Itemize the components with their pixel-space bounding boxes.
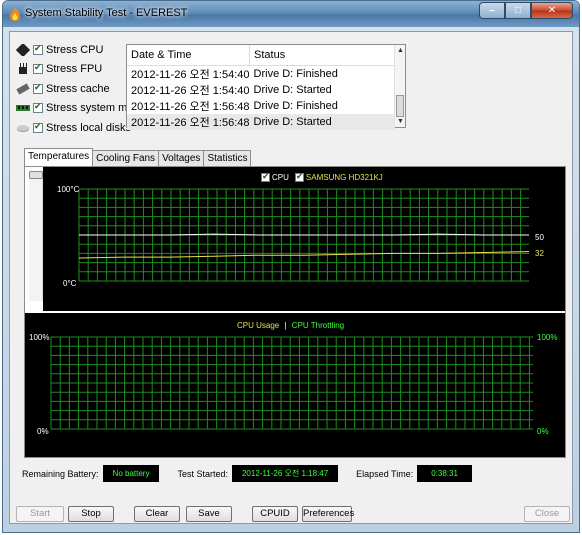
- log-datetime: 2012-11-26 오전 1:56:48: [127, 113, 250, 130]
- cache-icon: [16, 83, 30, 95]
- stress-memory-checkbox[interactable]: [33, 101, 43, 114]
- test-started-value: 2012-11-26 오전 1:18:47: [231, 465, 339, 482]
- cpu-value-label: 50: [535, 233, 544, 242]
- table-row[interactable]: 2012-11-26 오전 1:54:40 Drive D: Started: [127, 82, 395, 98]
- log-datetime: 2012-11-26 오전 1:54:40: [131, 68, 250, 81]
- usage-y-bottom-left: 0%: [37, 427, 49, 436]
- elapsed-time-value: 0:38:31: [417, 465, 472, 482]
- disk-icon: [17, 124, 29, 132]
- clear-button[interactable]: Clear: [134, 506, 180, 522]
- scroll-up-icon[interactable]: ▲: [397, 47, 404, 54]
- usage-y-top-right: 100%: [537, 333, 558, 342]
- test-started-label: Test Started:: [177, 468, 228, 479]
- window-title: System Stability Test - EVEREST: [25, 7, 188, 19]
- status-bar: Remaining Battery: No battery Test Start…: [22, 465, 490, 482]
- cpu-usage-graph: CPU Usage | CPU Throttling 100% 0% 100% …: [25, 311, 565, 457]
- disk-temperature-line: [78, 251, 530, 259]
- graph-scroll-slider[interactable]: [29, 171, 43, 301]
- start-button[interactable]: Start: [16, 506, 64, 522]
- stress-cache-label: Stress cache: [46, 82, 110, 95]
- cpu-temperature-line: [79, 233, 529, 236]
- log-datetime: 2012-11-26 오전 1:56:48: [131, 100, 250, 113]
- elapsed-time-label: Elapsed Time:: [356, 468, 414, 479]
- legend-cpu-usage: CPU Usage: [237, 321, 280, 330]
- save-button[interactable]: Save: [186, 506, 232, 522]
- log-status: Drive D: Started: [249, 113, 395, 130]
- column-header-datetime[interactable]: Date & Time: [127, 45, 251, 66]
- graph-tabs: Temperatures Cooling Fans Voltages Stati…: [24, 148, 252, 166]
- usage-y-top-left: 100%: [29, 333, 50, 342]
- graph-panel: CPU SAMSUNG HD321KJ 100°C 0°C 50 32 CPU …: [24, 166, 566, 458]
- preferences-button[interactable]: Preferences: [302, 506, 354, 522]
- cpu-usage-chart: [50, 336, 533, 430]
- stress-cpu-label: Stress CPU: [46, 43, 104, 56]
- stress-disks-checkbox[interactable]: [33, 121, 43, 133]
- log-datetime: 2012-11-26 오전 1:54:40: [131, 84, 250, 97]
- table-row[interactable]: 2012-11-26 오전 1:56:48 Drive D: Finished: [127, 98, 395, 114]
- scroll-down-icon[interactable]: ▼: [397, 118, 404, 125]
- legend-cpu-throttling: CPU Throttling: [291, 321, 345, 330]
- cpu-icon: [16, 43, 30, 56]
- legend-cpu-checkbox[interactable]: [261, 171, 270, 182]
- scrollbar-thumb[interactable]: [396, 95, 404, 117]
- usage-legend: CPU Usage | CPU Throttling: [237, 321, 344, 330]
- log-status: Drive D: Finished: [253, 99, 338, 112]
- temperature-chart: [78, 188, 530, 282]
- log-status: Drive D: Started: [253, 83, 332, 96]
- legend-disk-checkbox[interactable]: [294, 171, 304, 182]
- stress-cache-checkbox[interactable]: [33, 82, 43, 94]
- stress-disks-label: Stress local disks: [46, 121, 131, 134]
- tab-statistics[interactable]: Statistics: [203, 150, 252, 166]
- table-row[interactable]: 2012-11-26 오전 1:54:40 Drive D: Finished: [127, 65, 395, 82]
- memory-icon: [16, 105, 30, 112]
- close-window-button[interactable]: ✕: [531, 2, 573, 19]
- flame-icon: [10, 7, 20, 21]
- tab-voltages[interactable]: Voltages: [158, 150, 205, 166]
- log-scrollbar[interactable]: ▲ ▼: [394, 45, 405, 127]
- legend-cpu-label: CPU: [272, 173, 289, 182]
- y-axis-top-label: 100°C: [57, 185, 80, 194]
- battery-value: No battery: [102, 465, 160, 482]
- stress-fpu-label: Stress FPU: [46, 63, 103, 76]
- main-window: System Stability Test - EVEREST – □ ✕ St…: [2, 0, 580, 533]
- cpu-usage-grid: [50, 336, 533, 430]
- event-log[interactable]: Date & Time Status 2012-11-26 오전 1:54:40…: [126, 44, 406, 130]
- table-row[interactable]: 2012-11-26 오전 1:56:48 Drive D: Started: [127, 113, 395, 130]
- log-status: Drive D: Finished: [253, 67, 338, 80]
- close-button[interactable]: Close: [524, 506, 570, 522]
- client-area: Stress CPU Stress FPU Stress cache Stres…: [9, 31, 573, 524]
- stress-fpu-checkbox[interactable]: [33, 62, 43, 75]
- maximize-button[interactable]: □: [505, 2, 531, 19]
- y-axis-bottom-label: 0°C: [63, 279, 77, 288]
- temperature-legend: CPU SAMSUNG HD321KJ: [261, 171, 383, 182]
- stop-button[interactable]: Stop: [68, 506, 114, 522]
- fpu-icon: [19, 63, 27, 75]
- minimize-button[interactable]: –: [479, 2, 505, 19]
- title-bar[interactable]: System Stability Test - EVEREST – □ ✕: [3, 1, 579, 27]
- disk-value-label: 32: [535, 249, 544, 258]
- legend-disk-label: SAMSUNG HD321KJ: [305, 173, 383, 182]
- column-header-status[interactable]: Status: [249, 45, 395, 66]
- usage-y-bottom-right: 0%: [537, 427, 549, 436]
- legend-separator: |: [284, 321, 287, 330]
- temperature-graph: CPU SAMSUNG HD321KJ 100°C 0°C 50 32: [43, 167, 565, 311]
- battery-label: Remaining Battery:: [22, 468, 99, 479]
- tab-temperatures[interactable]: Temperatures: [24, 148, 94, 166]
- tab-cooling-fans[interactable]: Cooling Fans: [92, 150, 160, 166]
- cpuid-button[interactable]: CPUID: [252, 506, 298, 522]
- stress-cpu-checkbox[interactable]: [33, 43, 43, 55]
- slider-knob[interactable]: [29, 171, 43, 179]
